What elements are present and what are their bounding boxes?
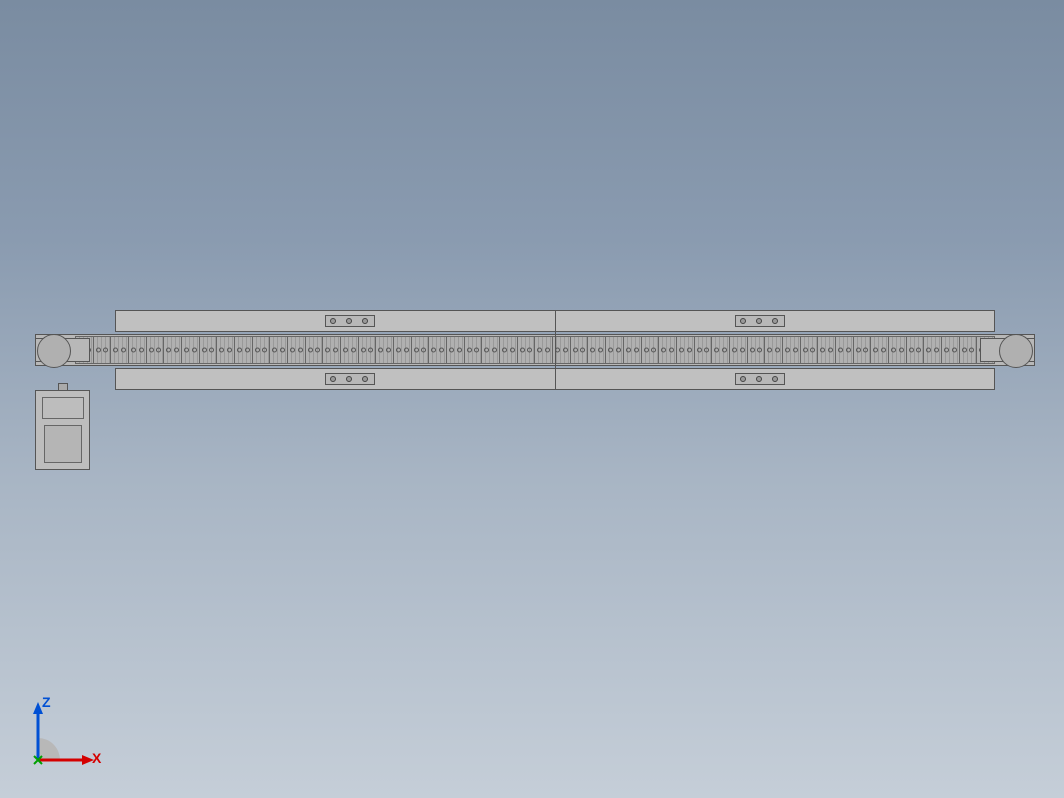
chain-link [587,336,605,364]
bolt-icon [756,376,762,382]
z-axis-label: Z [42,694,51,710]
bolt-icon [772,376,778,382]
chain-link [322,336,340,364]
bolt-icon [346,318,352,324]
chain-link [888,336,906,364]
chain-link [729,336,747,364]
chain-link [782,336,800,364]
mount-bracket [325,373,375,385]
chain-link [570,336,588,364]
chain-link [517,336,535,364]
chain-link [941,336,959,364]
chain-link [163,336,181,364]
chain-link [676,336,694,364]
motor-flange [42,397,84,419]
motor-shaft [58,383,68,391]
chain-link [641,336,659,364]
chain-link [605,336,623,364]
bolt-icon [362,318,368,324]
chain-link [658,336,676,364]
chain-link [800,336,818,364]
x-axis-label: X [92,750,101,766]
chain-link [464,336,482,364]
chain-link [358,336,376,364]
bolt-icon [756,318,762,324]
chain-link [216,336,234,364]
chain-links [75,336,995,364]
bolt-icon [740,318,746,324]
chain-link [923,336,941,364]
mount-bracket [735,315,785,327]
chain-link [747,336,765,364]
chain-link [481,336,499,364]
bolt-icon [330,318,336,324]
chain-link [959,336,977,364]
chain-link [711,336,729,364]
bolt-icon [346,376,352,382]
chain-link [110,336,128,364]
conveyor-assembly [35,310,1035,460]
chain-link [252,336,270,364]
end-sprocket-right [980,320,1035,380]
chain-link [623,336,641,364]
chain-link [199,336,217,364]
chain-link [340,336,358,364]
chain-link [764,336,782,364]
chain-link [305,336,323,364]
cad-viewport[interactable]: Z X [0,0,1064,798]
chain-link [269,336,287,364]
motor-body [44,425,82,463]
chain-link [234,336,252,364]
mount-bracket [735,373,785,385]
chain-link [835,336,853,364]
chain-link [287,336,305,364]
chain-link [393,336,411,364]
bolt-icon [772,318,778,324]
bolt-icon [330,376,336,382]
mount-bracket [325,315,375,327]
chain-link [411,336,429,364]
chain-link [499,336,517,364]
chain-link [694,336,712,364]
chain-link [428,336,446,364]
chain-link [870,336,888,364]
chain-link [534,336,552,364]
chain-link [906,336,924,364]
chain-link [375,336,393,364]
chain-link [146,336,164,364]
chain-link [853,336,871,364]
chain-link [817,336,835,364]
drive-motor [35,390,90,470]
coordinate-triad[interactable]: Z X [20,698,100,778]
chain-link [128,336,146,364]
bolt-icon [740,376,746,382]
chain-link [181,336,199,364]
chain-link [93,336,111,364]
end-sprocket-left [35,320,90,380]
bolt-icon [362,376,368,382]
chain-link [446,336,464,364]
rail-seam [555,310,556,390]
